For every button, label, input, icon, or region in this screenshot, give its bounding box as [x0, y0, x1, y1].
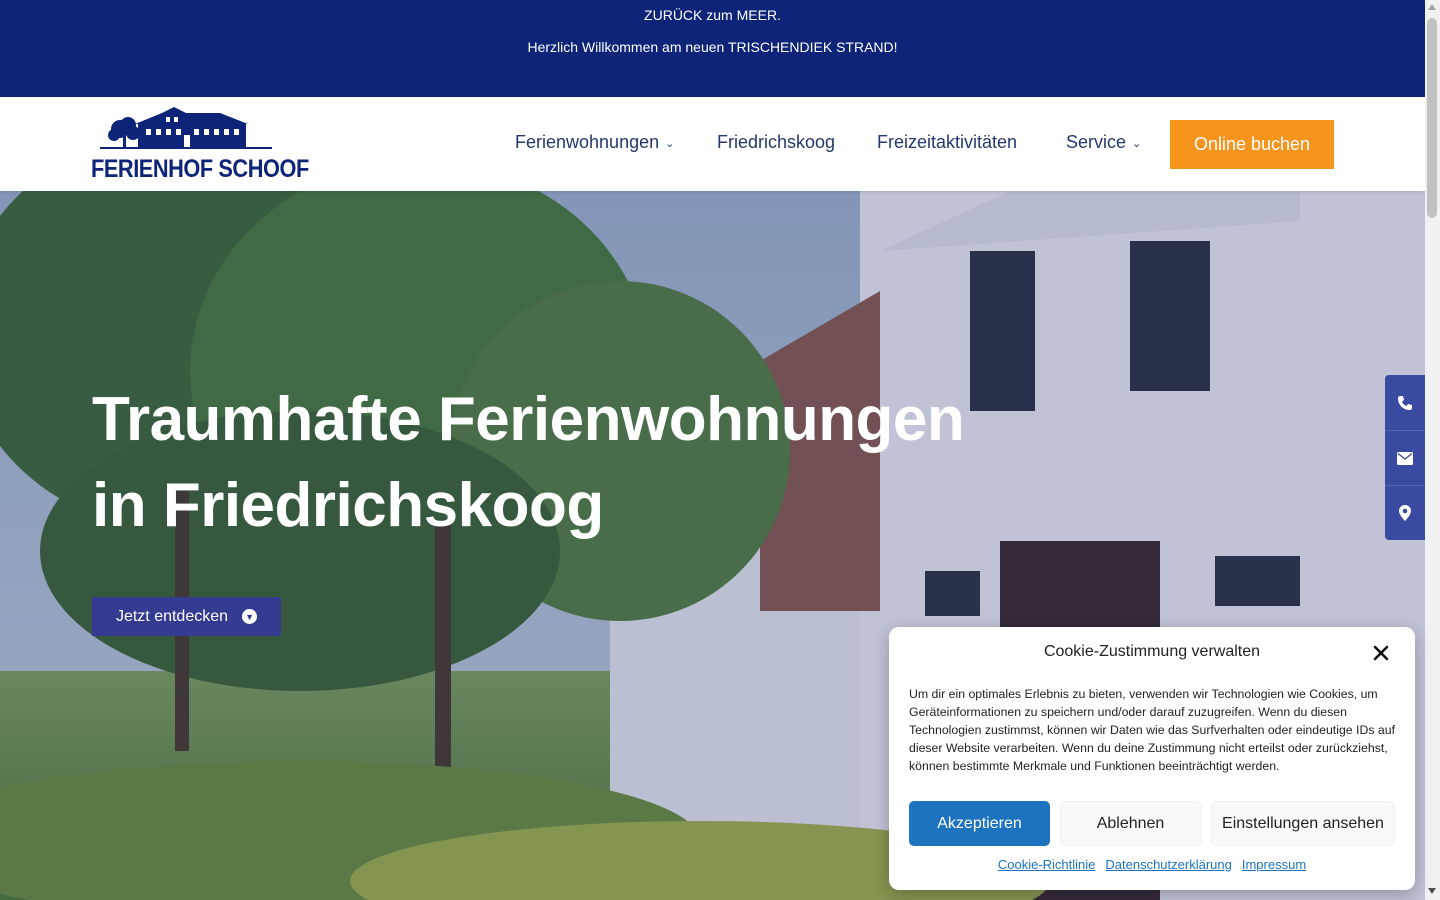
nav-freizeitaktivitaeten[interactable]: Freizeitaktivitäten	[877, 132, 1017, 153]
imprint-link[interactable]: Impressum	[1242, 857, 1306, 872]
nav-friedrichskoog[interactable]: Friedrichskoog	[717, 132, 835, 153]
hero-title: Traumhafte Ferienwohnungen in Friedrichs…	[92, 377, 1072, 549]
map-marker-icon[interactable]	[1385, 485, 1425, 540]
cookie-dialog-links: Cookie-Richtlinie Datenschutzerklärung I…	[889, 857, 1415, 872]
cookie-consent-dialog: Cookie-Zustimmung verwalten Um dir ein o…	[889, 627, 1415, 890]
discover-button[interactable]: Jetzt entdecken ▼	[92, 597, 281, 636]
privacy-policy-link[interactable]: Datenschutzerklärung	[1105, 857, 1231, 872]
nav-service[interactable]: Service ⌄	[1066, 132, 1141, 153]
cookie-dialog-text: Um dir ein optimales Erlebnis zu bieten,…	[909, 687, 1395, 773]
nav-label: Freizeitaktivitäten	[877, 132, 1018, 152]
hero-title-line-2: in Friedrichskoog	[92, 471, 604, 540]
cookie-dialog-title: Cookie-Zustimmung verwalten	[1043, 643, 1261, 660]
scroll-down-arrow-icon[interactable]	[1428, 888, 1436, 894]
deny-cookies-button[interactable]: Ablehnen	[1060, 801, 1201, 846]
envelope-icon[interactable]	[1385, 430, 1425, 485]
site-logo[interactable]: FERIENHOF SCHOOF	[90, 105, 309, 183]
logo-wordmark: FERIENHOF SCHOOF	[91, 155, 309, 183]
side-contact-tab	[1385, 375, 1425, 540]
chevron-down-icon: ⌄	[665, 138, 675, 150]
nav-label: Friedrichskoog	[717, 132, 836, 152]
nav-label: Service	[1066, 132, 1127, 152]
farmhouse-logo-icon	[100, 107, 272, 149]
scroll-up-arrow-icon[interactable]	[1428, 4, 1436, 10]
chevron-down-icon: ⌄	[1132, 138, 1142, 150]
hero-title-line-1: Traumhafte Ferienwohnungen	[92, 385, 965, 454]
view-preferences-button[interactable]: Einstellungen ansehen	[1211, 801, 1395, 846]
accept-cookies-button[interactable]: Akzeptieren	[909, 801, 1050, 846]
chevron-circle-down-icon: ▼	[242, 609, 258, 624]
nav-label: Ferienwohnungen	[515, 132, 660, 152]
discover-button-label: Jetzt entdecken	[115, 607, 229, 625]
cookie-policy-link[interactable]: Cookie-Richtlinie	[998, 857, 1096, 872]
site-header: FERIENHOF SCHOOF Ferienwohnungen ⌄ Fried…	[0, 97, 1425, 191]
announcement-line-2: Herzlich Willkommen am neuen TRISCHENDIE…	[527, 39, 898, 55]
page-scrollbar[interactable]	[1425, 0, 1440, 900]
nav-ferienwohnungen[interactable]: Ferienwohnungen ⌄	[515, 132, 674, 153]
scrollbar-thumb[interactable]	[1427, 18, 1437, 218]
announcement-bar: ZURÜCK zum MEER. Herzlich Willkommen am …	[0, 0, 1425, 97]
online-booking-button[interactable]: Online buchen	[1170, 120, 1334, 169]
close-icon[interactable]	[1370, 642, 1392, 664]
announcement-line-1: ZURÜCK zum MEER.	[644, 7, 781, 23]
phone-icon[interactable]	[1385, 375, 1425, 430]
